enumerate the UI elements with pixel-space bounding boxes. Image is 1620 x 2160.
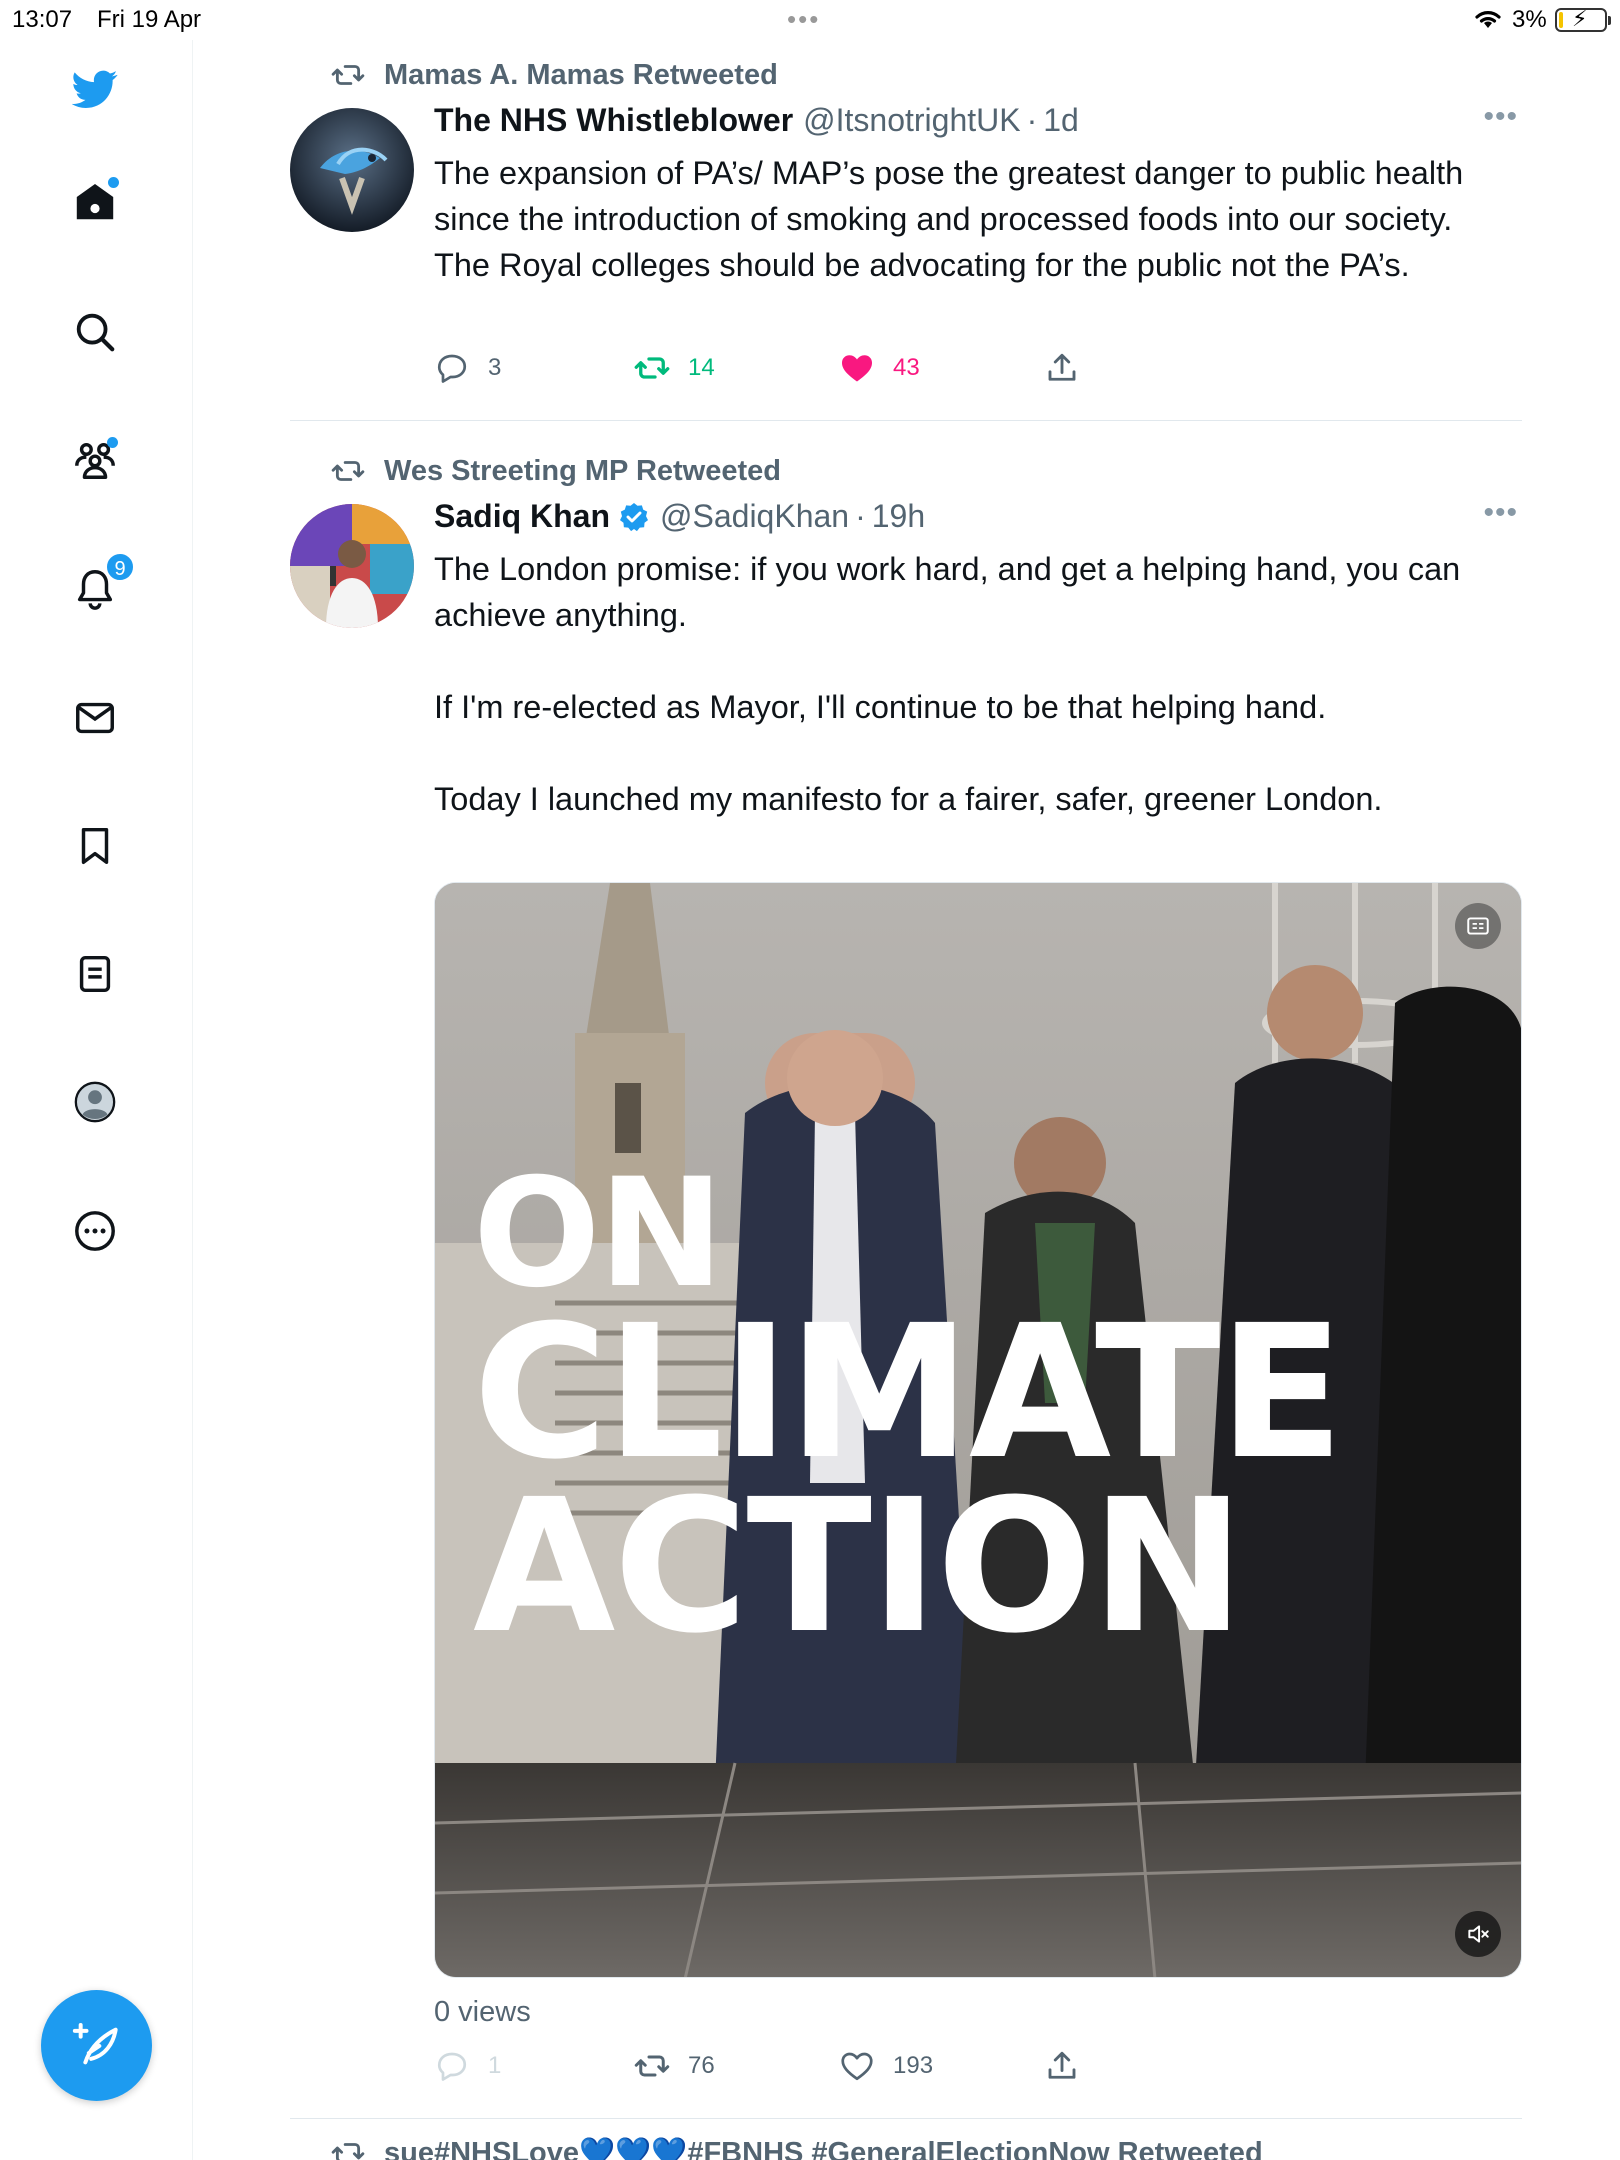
retweet-icon xyxy=(634,2055,670,2077)
sidebar-item-profile[interactable] xyxy=(70,1077,120,1127)
muted-speaker-icon xyxy=(1468,1925,1489,1943)
tweet-divider xyxy=(290,2118,1522,2119)
sidebar-item-messages[interactable] xyxy=(70,693,120,743)
tweet-actions: 1 76 193 xyxy=(434,2048,1094,2088)
share-icon xyxy=(1048,353,1076,381)
retweet-count: 76 xyxy=(688,2052,715,2079)
retweeted-by-label: Mamas A. Mamas Retweeted xyxy=(384,58,778,91)
overlay-line-2: CLIMATE xyxy=(473,1285,1344,1500)
retweet-count: 14 xyxy=(688,354,715,381)
tweet-actions: 3 14 43 xyxy=(434,350,1094,390)
reply-count: 3 xyxy=(488,354,502,381)
author-handle[interactable]: @ItsnotrightUK xyxy=(803,102,1020,139)
captions-button[interactable] xyxy=(1455,903,1501,949)
like-button[interactable]: 43 xyxy=(839,350,920,386)
like-count: 193 xyxy=(893,2052,934,2079)
retweet-context-icon xyxy=(331,65,365,85)
sidebar-item-home[interactable] xyxy=(70,177,120,227)
heart-filled-icon xyxy=(842,355,872,382)
view-count: 0 views xyxy=(434,1996,531,2028)
status-date: Fri 19 Apr xyxy=(97,6,202,33)
notifications-badge: 9 xyxy=(105,552,135,582)
twitter-logo-icon[interactable] xyxy=(70,64,120,114)
multitasking-dots-icon[interactable]: ••• xyxy=(787,4,820,35)
tweet-time[interactable]: 19h xyxy=(872,498,925,535)
retweet-context[interactable]: sue#NHSLove💙💙💙#FBNHS #GeneralElectionNow… xyxy=(331,2136,1263,2160)
status-time: 13:07 xyxy=(12,6,73,33)
retweet-context[interactable]: Mamas A. Mamas Retweeted xyxy=(331,58,778,92)
tweet-text: The London promise: if you work hard, an… xyxy=(434,551,1461,817)
video-overlay-text: ON CLIMATE ACTION xyxy=(473,1147,1493,1675)
sidebar-item-bookmarks[interactable] xyxy=(70,821,120,871)
more-options-icon[interactable]: ••• xyxy=(1483,496,1518,530)
tweet-divider xyxy=(290,420,1522,421)
search-icon xyxy=(72,309,118,355)
avatar[interactable] xyxy=(290,108,414,232)
reply-button[interactable]: 3 xyxy=(434,350,501,386)
tweet-video[interactable]: ON CLIMATE ACTION xyxy=(434,882,1522,1978)
retweet-context-icon xyxy=(331,461,365,481)
compose-feather-icon xyxy=(69,2018,125,2074)
share-button[interactable] xyxy=(1044,2048,1098,2084)
charging-bolt-icon: ⚡ xyxy=(1572,6,1588,31)
separator-dot: · xyxy=(1026,102,1038,138)
overlay-line-3: ACTION xyxy=(473,1460,1245,1675)
reply-icon xyxy=(437,2052,467,2081)
retweeted-by-label: sue#NHSLove💙💙💙#FBNHS #GeneralElectionNow… xyxy=(384,2137,1263,2160)
battery-icon: ⚡ xyxy=(1555,6,1611,32)
sidebar-item-lists[interactable] xyxy=(70,949,120,999)
like-count: 43 xyxy=(893,354,920,381)
share-icon xyxy=(1048,2051,1076,2079)
avatar[interactable] xyxy=(290,504,414,628)
retweet-button[interactable]: 76 xyxy=(634,2048,715,2084)
reply-count: 1 xyxy=(488,2052,502,2079)
sidebar: 9 xyxy=(0,40,193,2160)
retweet-icon xyxy=(634,357,670,379)
retweeted-by-label: Wes Streeting MP Retweeted xyxy=(384,454,781,487)
author-name[interactable]: Sadiq Khan xyxy=(434,498,610,535)
tweet-header: The NHS Whistleblower @ItsnotrightUK · 1… xyxy=(434,102,1079,139)
heart-outline-icon xyxy=(841,2052,873,2081)
retweet-context[interactable]: Wes Streeting MP Retweeted xyxy=(331,454,781,488)
retweet-button[interactable]: 14 xyxy=(634,350,715,386)
battery-percent: 3% xyxy=(1512,6,1547,33)
captions-icon xyxy=(1467,917,1489,935)
more-options-icon[interactable]: ••• xyxy=(1483,100,1518,134)
battery-fill xyxy=(1559,12,1563,28)
status-bar: 13:07 Fri 19 Apr ••• 3% ⚡ xyxy=(0,0,1620,40)
sidebar-item-more[interactable] xyxy=(70,1206,120,1256)
sidebar-item-explore[interactable] xyxy=(70,307,120,357)
wifi-icon xyxy=(1473,6,1503,37)
tweet-time[interactable]: 1d xyxy=(1043,102,1079,139)
overlay-line-1: ON xyxy=(473,1147,724,1321)
verified-badge-icon xyxy=(620,502,649,531)
mute-button[interactable] xyxy=(1455,1911,1501,1957)
bookmark-icon xyxy=(72,823,118,869)
compose-tweet-button[interactable] xyxy=(41,1990,152,2101)
more-circle-icon xyxy=(72,1208,118,1254)
communities-notification-dot xyxy=(107,437,118,448)
like-button[interactable]: 193 xyxy=(839,2048,933,2084)
author-handle[interactable]: @SadiqKhan xyxy=(660,498,849,535)
author-name[interactable]: The NHS Whistleblower xyxy=(434,102,793,139)
mail-icon xyxy=(72,695,118,741)
home-notification-dot xyxy=(108,177,119,188)
sidebar-item-communities[interactable] xyxy=(70,435,120,485)
sidebar-item-notifications[interactable]: 9 xyxy=(70,552,135,614)
tweet-text: The expansion of PA’s/ MAP’s pose the gr… xyxy=(434,155,1473,283)
list-icon xyxy=(72,951,118,997)
share-button[interactable] xyxy=(1044,350,1098,386)
retweet-context-icon xyxy=(331,2143,365,2160)
profile-icon xyxy=(72,1079,118,1125)
tweet-header: Sadiq Khan @SadiqKhan · 19h xyxy=(434,498,925,535)
separator-dot: · xyxy=(855,498,866,534)
reply-button[interactable]: 1 xyxy=(434,2048,501,2084)
reply-icon xyxy=(437,354,467,383)
